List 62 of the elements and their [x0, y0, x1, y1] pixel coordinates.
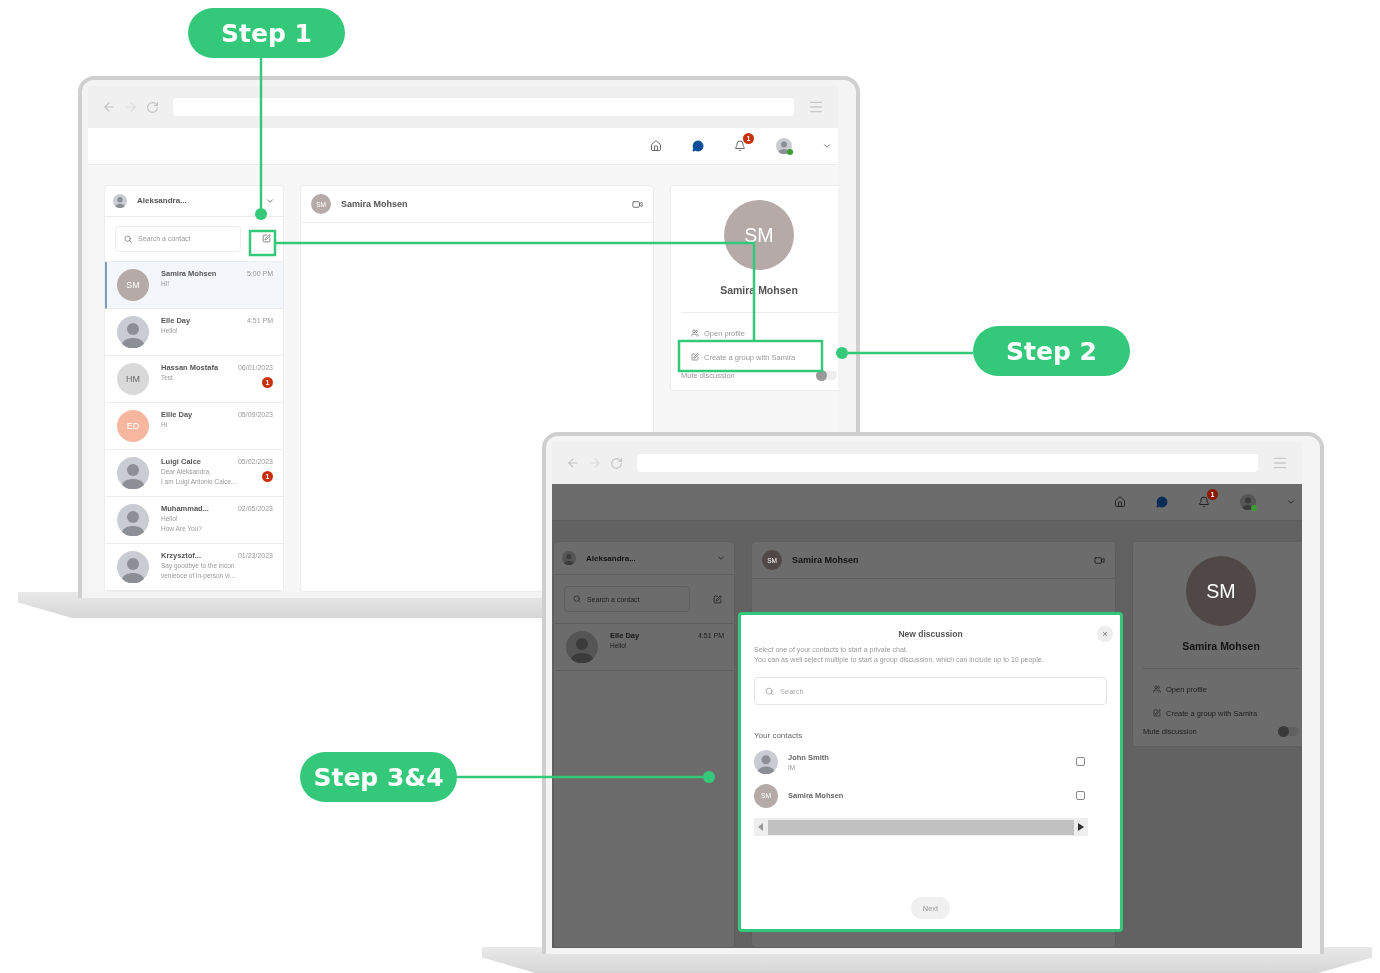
- pen-square-icon: [261, 234, 271, 244]
- chevron-down-icon[interactable]: [822, 141, 832, 151]
- reload-icon[interactable]: [610, 456, 623, 470]
- account-name[interactable]: Aleksandra...: [586, 553, 636, 563]
- account-name[interactable]: Aleksandra...: [137, 196, 187, 206]
- photo-placeholder: [566, 631, 598, 663]
- checkbox[interactable]: [1076, 757, 1085, 767]
- search-icon: [765, 686, 774, 696]
- highlight-frame: [248, 229, 277, 257]
- users-icon: [691, 329, 699, 337]
- back-icon[interactable]: [566, 456, 580, 470]
- home-icon[interactable]: [650, 140, 662, 152]
- search-icon: [124, 234, 132, 243]
- photo-placeholder: [1240, 494, 1256, 510]
- pen-square-icon: [712, 594, 722, 604]
- menu-icon[interactable]: [1272, 455, 1288, 471]
- search-icon: [573, 595, 581, 603]
- chat-contact-name: Samira Mohsen: [792, 555, 859, 565]
- dialog-title: New discussion: [898, 629, 963, 639]
- photo-placeholder: [562, 551, 576, 565]
- bell-icon[interactable]: [1198, 496, 1210, 508]
- scroll-left-icon[interactable]: [758, 823, 764, 832]
- chevron-down-icon[interactable]: [1286, 497, 1296, 507]
- avatar: SM: [1186, 556, 1256, 626]
- scrollbar-thumb[interactable]: [768, 819, 1074, 835]
- photo-placeholder: [117, 457, 149, 489]
- users-icon: [1153, 685, 1161, 693]
- chevron-down-icon[interactable]: [716, 553, 726, 563]
- video-call-icon[interactable]: [632, 198, 643, 210]
- scroll-right-icon[interactable]: [1078, 823, 1084, 832]
- avatar: SM: [117, 269, 149, 301]
- section-title: Your contacts: [754, 731, 804, 741]
- mute-toggle[interactable]: [1279, 727, 1299, 736]
- avatar: SM: [724, 200, 794, 270]
- video-call-icon[interactable]: [1094, 554, 1105, 566]
- chat-icon[interactable]: [692, 140, 704, 152]
- avatar: HM: [117, 363, 149, 395]
- photo-placeholder: [776, 138, 792, 154]
- reload-icon[interactable]: [146, 100, 159, 114]
- chat-contact-name: Samira Mohsen: [341, 199, 408, 209]
- checkbox[interactable]: [1076, 791, 1085, 801]
- step-label: Step 1: [188, 8, 345, 58]
- online-status-icon: [787, 149, 793, 155]
- online-status-icon: [1251, 505, 1257, 511]
- back-icon[interactable]: [102, 100, 116, 114]
- close-button[interactable]: ×: [1097, 626, 1113, 642]
- pen-square-icon: [1153, 709, 1161, 717]
- photo-placeholder: [754, 749, 778, 774]
- horizontal-scrollbar[interactable]: [754, 818, 1088, 837]
- menu-icon[interactable]: [808, 99, 824, 115]
- avatar: ED: [117, 410, 149, 442]
- photo-placeholder: [117, 504, 149, 536]
- step-label: Step 2: [973, 326, 1130, 376]
- mute-toggle[interactable]: [817, 371, 837, 380]
- photo-placeholder: [117, 316, 149, 348]
- home-icon[interactable]: [1114, 496, 1126, 508]
- pen-square-icon: [691, 353, 699, 361]
- photo-placeholder: [117, 551, 149, 583]
- bell-icon[interactable]: [734, 140, 746, 152]
- step-label: Step 3&4: [300, 752, 457, 802]
- photo-placeholder: [113, 193, 127, 208]
- profile-name: Samira Mohsen: [1182, 640, 1260, 652]
